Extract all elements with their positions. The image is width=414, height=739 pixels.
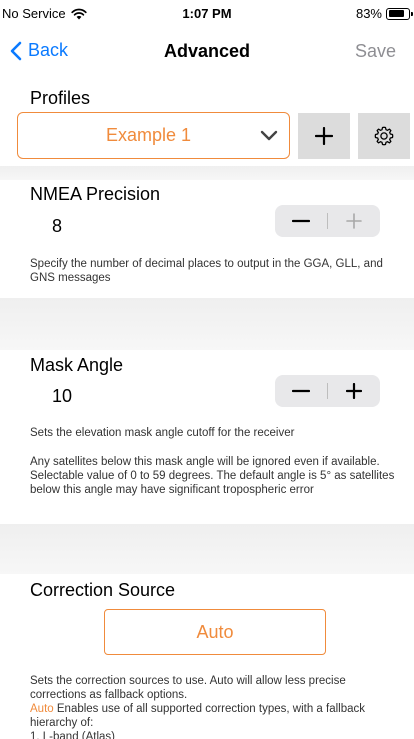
correction-source-title: Correction Source [30,580,176,600]
correction-description-text: Sets the correction sources to use. Auto… [30,675,346,701]
nmea-precision-title: NMEA Precision [30,184,161,204]
battery: 83% [355,6,413,21]
nmea-precision-description: Specify the number of decimal places to … [30,258,383,284]
fallback-list-item: 1. L-band (Atlas) [30,731,116,739]
profile-dropdown[interactable]: Example 1 [17,112,290,159]
correction-source-value: Auto [196,621,234,642]
nmea-precision-value: 8 [52,216,63,236]
mask-increment-button[interactable] [328,375,380,407]
nmea-decrement-button[interactable] [275,205,327,237]
page-title: Advanced [163,41,251,61]
add-profile-button[interactable] [298,113,350,159]
section-divider [0,166,414,180]
mask-angle-detail: Any satellites below this mask angle wil… [30,456,395,496]
section-divider [0,298,414,350]
profile-selected-value: Example 1 [105,125,192,145]
mask-angle-description: Sets the elevation mask angle cutoff for… [30,427,295,439]
status-bar: No Service 1:07 PM 83% [0,0,414,26]
correction-source-description: Sets the correction sources to use. Auto… [30,674,400,739]
mask-angle-title: Mask Angle [30,355,124,375]
gear-icon [374,126,394,146]
plus-icon [315,127,333,145]
mask-angle-value: 10 [52,386,73,406]
navigation-bar: Back Advanced Save [0,26,414,82]
auto-description-text: Enables use of all supported correction … [30,703,365,729]
plus-icon [345,383,362,399]
clock: 1:07 PM [182,6,232,21]
save-button[interactable]: Save [355,41,396,62]
plus-icon [346,213,362,229]
chevron-down-icon [249,130,289,142]
battery-percent: 83% [355,6,382,21]
battery-icon [386,7,413,20]
auto-keyword: Auto [30,703,54,715]
profiles-title: Profiles [30,88,91,108]
mask-angle-stepper[interactable] [275,375,380,407]
nmea-increment-button[interactable] [328,205,380,237]
correction-source-dropdown[interactable]: Auto [104,609,326,655]
section-divider [0,524,414,574]
minus-icon [292,389,310,393]
mask-decrement-button[interactable] [275,375,327,407]
auto-description: Auto Enables use of all supported correc… [30,702,400,730]
minus-icon [292,219,310,223]
profile-settings-button[interactable] [358,113,410,159]
nmea-precision-stepper[interactable] [275,205,380,237]
battery-level [388,10,405,17]
